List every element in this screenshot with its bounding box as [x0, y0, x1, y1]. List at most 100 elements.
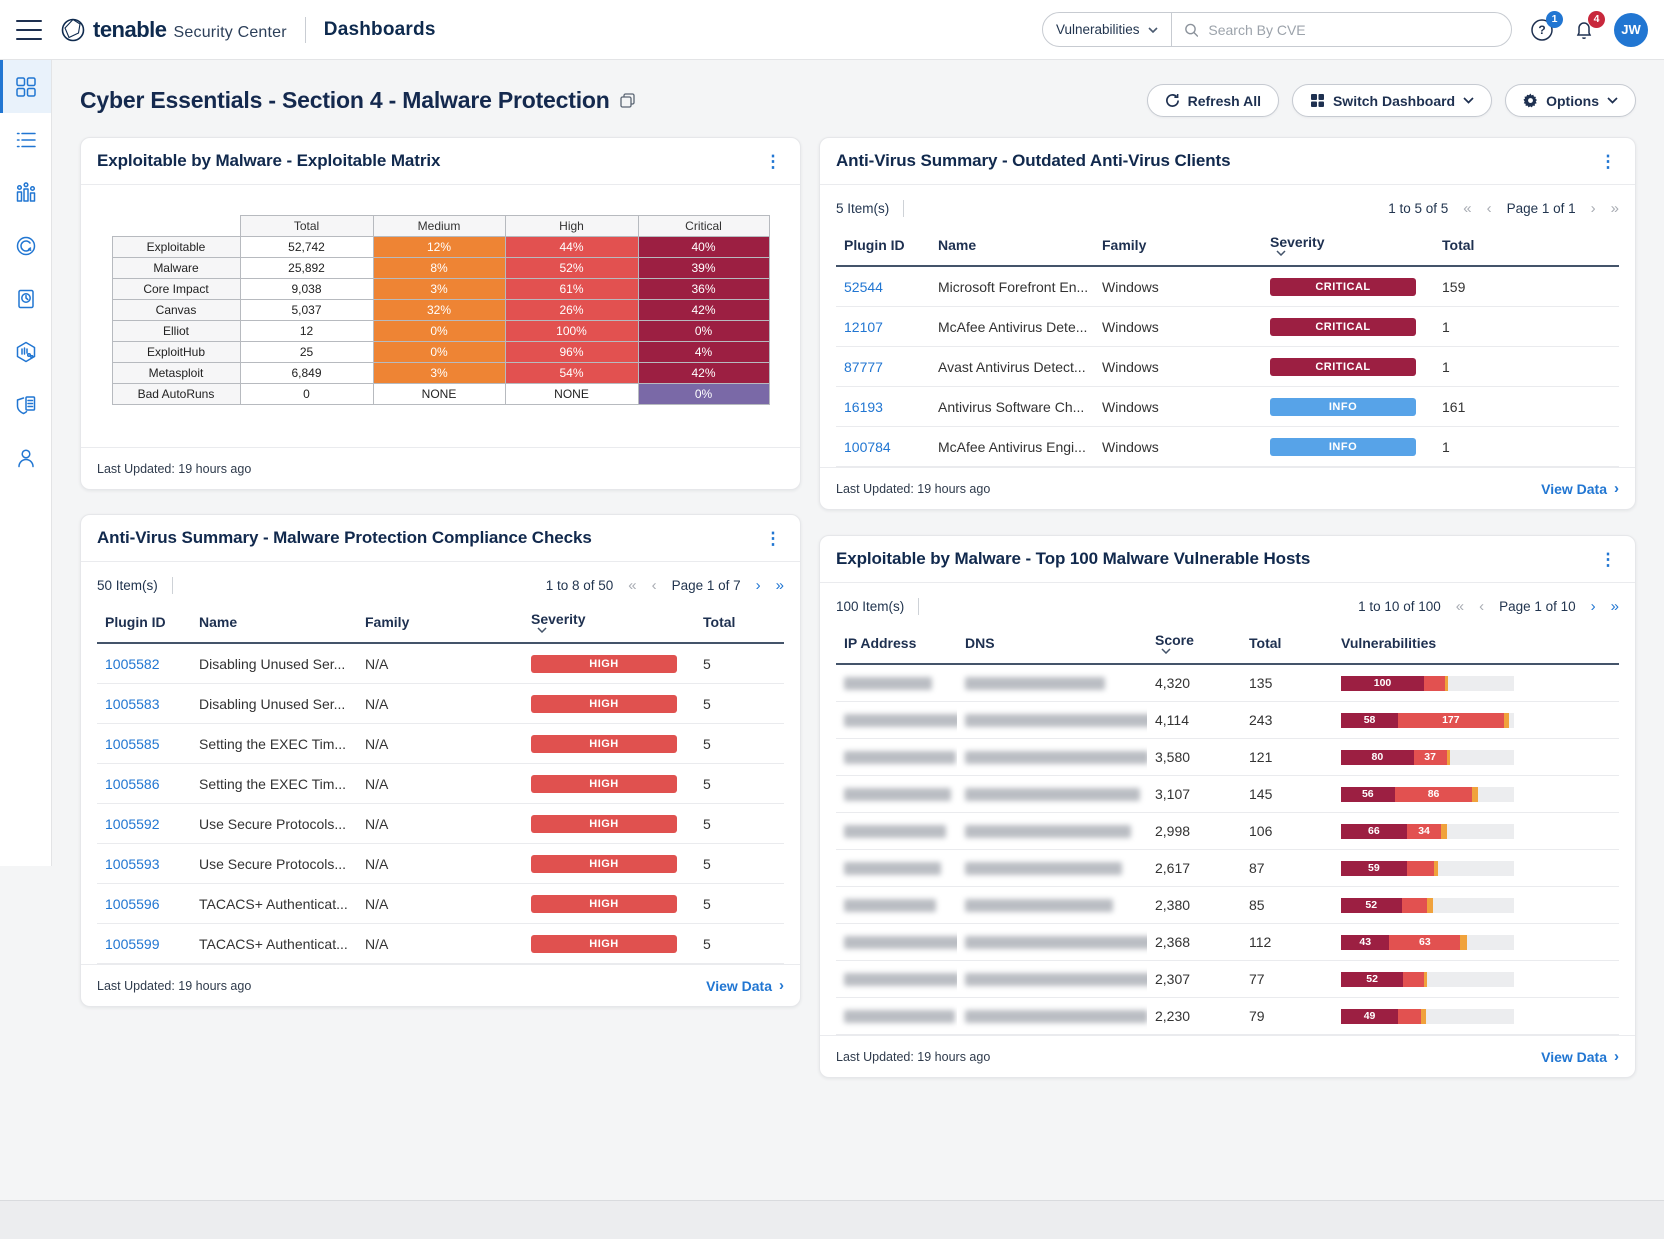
- next-page-icon[interactable]: ›: [1591, 599, 1596, 614]
- help-button[interactable]: ? 1: [1530, 18, 1554, 42]
- matrix-total-cell: 0: [240, 384, 373, 405]
- column-header: Total: [1434, 223, 1619, 266]
- plugin-id-link[interactable]: 87777: [844, 359, 883, 375]
- bar-segment-medium: [1472, 787, 1477, 802]
- search-input[interactable]: [1206, 21, 1499, 39]
- plugin-id-link[interactable]: 16193: [844, 399, 883, 415]
- vulnerabilities-bar: 58177: [1341, 713, 1514, 728]
- plugin-name: Setting the EXEC Tim...: [191, 724, 357, 764]
- kebab-menu-icon[interactable]: ⋮: [762, 530, 784, 547]
- plugin-id-link[interactable]: 1005585: [105, 736, 160, 752]
- matrix-col-header: Critical: [638, 216, 769, 237]
- host-total: 112: [1241, 924, 1333, 961]
- plugin-id-link[interactable]: 1005592: [105, 816, 160, 832]
- severity-badge: INFO: [1270, 398, 1416, 416]
- first-page-icon[interactable]: «: [628, 578, 636, 593]
- next-page-icon[interactable]: ›: [1591, 201, 1596, 216]
- first-page-icon[interactable]: «: [1456, 599, 1464, 614]
- last-page-icon[interactable]: »: [1611, 599, 1619, 614]
- plugin-id-link[interactable]: 1005596: [105, 896, 160, 912]
- plugin-id-link[interactable]: 12107: [844, 319, 883, 335]
- column-header[interactable]: Severity: [1262, 223, 1434, 266]
- column-header[interactable]: Severity: [523, 600, 695, 643]
- plugin-id-link[interactable]: 1005599: [105, 936, 160, 952]
- vulnerabilities-bar: 52: [1341, 898, 1514, 913]
- kebab-menu-icon[interactable]: ⋮: [762, 153, 784, 170]
- bar-segment-high: 37: [1414, 750, 1447, 765]
- sidebar-item-analytics[interactable]: [0, 166, 51, 219]
- column-header[interactable]: Score: [1147, 621, 1241, 664]
- plugin-id-link[interactable]: 52544: [844, 279, 883, 295]
- kebab-menu-icon[interactable]: ⋮: [1597, 153, 1619, 170]
- view-data-link[interactable]: View Data ›: [1541, 1048, 1619, 1065]
- notifications-button[interactable]: 4: [1572, 18, 1596, 42]
- next-page-icon[interactable]: ›: [756, 578, 761, 593]
- bar-segment-medium: [1445, 676, 1448, 691]
- plugin-name: Disabling Unused Ser...: [191, 643, 357, 684]
- page-footer: [0, 1200, 1664, 1239]
- prev-page-icon[interactable]: ‹: [652, 578, 657, 593]
- redacted-dns: [965, 899, 1113, 912]
- redacted-ip-address: [844, 862, 941, 875]
- host-score: 3,107: [1147, 776, 1241, 813]
- bar-segment-critical: 43: [1341, 935, 1389, 950]
- bar-segment-high: 34: [1407, 824, 1442, 839]
- view-data-link[interactable]: View Data ›: [1541, 480, 1619, 497]
- host-total: 87: [1241, 850, 1333, 887]
- divider: [918, 598, 919, 615]
- prev-page-icon[interactable]: ‹: [1487, 201, 1492, 216]
- vulnerabilities-bar: 5686: [1341, 787, 1514, 802]
- sidebar-item-list[interactable]: [0, 113, 51, 166]
- vulnerabilities-bar: 6634: [1341, 824, 1514, 839]
- sidebar-item-policy-shield[interactable]: [0, 378, 51, 431]
- sidebar-item-assets[interactable]: [0, 325, 51, 378]
- plugin-id-link[interactable]: 1005586: [105, 776, 160, 792]
- sidebar-item-user[interactable]: [0, 431, 51, 484]
- plugin-id-link[interactable]: 1005593: [105, 856, 160, 872]
- matrix-medium-cell: 8%: [373, 258, 505, 279]
- page-label: Page 1 of 7: [672, 578, 741, 593]
- kebab-menu-icon[interactable]: ⋮: [1597, 551, 1619, 568]
- matrix-row: Elliot120%100%0%: [112, 321, 769, 342]
- bar-segment-medium: [1447, 750, 1450, 765]
- app-title: Dashboards: [324, 19, 436, 41]
- sidebar-item-report[interactable]: [0, 272, 51, 325]
- copy-icon[interactable]: [620, 93, 635, 108]
- view-data-link[interactable]: View Data ›: [706, 977, 784, 994]
- matrix-medium-cell: 3%: [373, 363, 505, 384]
- last-page-icon[interactable]: »: [1611, 201, 1619, 216]
- sidebar: [0, 60, 52, 866]
- host-total: 135: [1241, 664, 1333, 702]
- redacted-dns: [965, 825, 1131, 838]
- table-row: 3,5801218037: [836, 739, 1619, 776]
- plugin-family: N/A: [357, 684, 523, 724]
- host-score: 2,617: [1147, 850, 1241, 887]
- last-page-icon[interactable]: »: [776, 578, 784, 593]
- plugin-id-link[interactable]: 1005583: [105, 696, 160, 712]
- matrix-row: ExploitHub250%96%4%: [112, 342, 769, 363]
- search-scope-select[interactable]: Vulnerabilities: [1043, 13, 1172, 46]
- bar-segment-high: 63: [1389, 935, 1460, 950]
- host-score: 2,230: [1147, 998, 1241, 1035]
- switch-dashboard-button[interactable]: Switch Dashboard: [1292, 84, 1492, 117]
- sidebar-item-dashboard-grid[interactable]: [0, 60, 51, 113]
- matrix-col-header: Medium: [373, 216, 505, 237]
- menu-icon[interactable]: [16, 20, 42, 40]
- redacted-dns: [965, 788, 1140, 801]
- plugin-family: N/A: [357, 844, 523, 884]
- plugin-id-link[interactable]: 1005582: [105, 656, 160, 672]
- severity-badge: HIGH: [531, 655, 677, 673]
- tenable-logo-icon: [60, 17, 86, 43]
- top-hosts-table: IP AddressDNSScoreTotalVulnerabilities 4…: [836, 621, 1619, 1035]
- prev-page-icon[interactable]: ‹: [1479, 599, 1484, 614]
- plugin-id-link[interactable]: 100784: [844, 439, 891, 455]
- refresh-all-button[interactable]: Refresh All: [1147, 84, 1279, 117]
- table-row: 100784McAfee Antivirus Engi...WindowsINF…: [836, 427, 1619, 467]
- avatar[interactable]: JW: [1614, 13, 1648, 47]
- options-button[interactable]: Options: [1505, 84, 1636, 117]
- matrix-row: Exploitable52,74212%44%40%: [112, 237, 769, 258]
- host-total: 79: [1241, 998, 1333, 1035]
- redacted-ip-address: [844, 788, 951, 801]
- first-page-icon[interactable]: «: [1463, 201, 1471, 216]
- sidebar-item-scan[interactable]: [0, 219, 51, 272]
